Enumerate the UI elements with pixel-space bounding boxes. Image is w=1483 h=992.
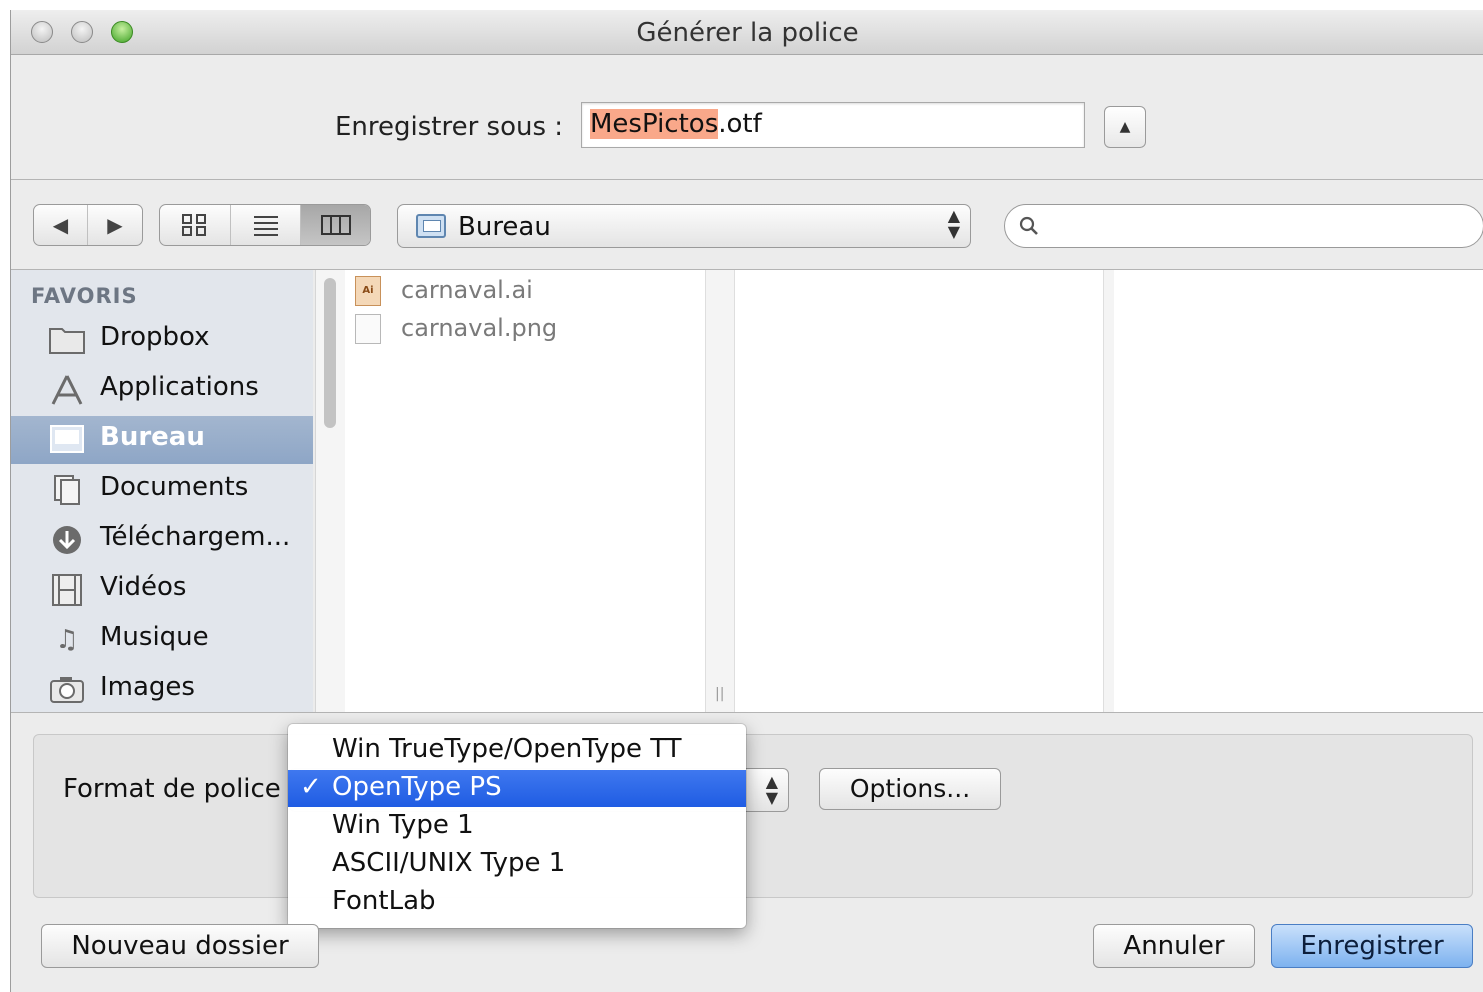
list-view-icon[interactable] [230, 205, 300, 245]
menu-item-label: Win Type 1 [332, 810, 474, 840]
menu-item-fontlab[interactable]: FontLab [288, 884, 746, 921]
sidebar-item-dropbox[interactable]: Dropbox [11, 316, 313, 364]
menu-item-ascii-unix-type1[interactable]: ASCII/UNIX Type 1 [288, 846, 746, 883]
checkmark-icon: ✓ [300, 772, 322, 802]
applications-icon [49, 374, 85, 406]
desktop-icon [49, 424, 85, 456]
title-bar: Générer la police [11, 10, 1483, 55]
scrollbar-thumb[interactable] [324, 278, 336, 428]
movies-icon [49, 574, 85, 606]
file-name: carnaval.ai [401, 276, 533, 304]
save-dialog-window: Générer la police Enregistrer sous : Mes… [10, 10, 1483, 992]
menu-item-label: Win TrueType/OpenType TT [332, 734, 682, 764]
sidebar-item-downloads[interactable]: Téléchargem... [11, 516, 313, 564]
sidebar-item-label: Images [100, 672, 195, 702]
window-title: Générer la police [636, 18, 859, 48]
forward-arrow-icon[interactable]: ▶ [88, 205, 142, 245]
menu-item-label: OpenType PS [332, 772, 502, 802]
divider [11, 179, 1483, 180]
save-as-label: Enregistrer sous : [335, 112, 564, 142]
column-resize-handle-icon[interactable]: || [715, 686, 724, 702]
browser-column-2 [735, 270, 1103, 712]
sidebar-item-bureau[interactable]: Bureau [11, 416, 313, 464]
documents-icon [49, 474, 85, 506]
sidebar: FAVORIS Dropbox Applications Bureau Docu… [11, 270, 313, 712]
camera-icon [49, 674, 85, 706]
image-file-icon [355, 314, 381, 344]
location-popup[interactable]: Bureau ▲ ▼ [397, 204, 971, 248]
icon-view-icon[interactable] [160, 205, 230, 245]
menu-item-opentype-ps[interactable]: ✓ OpenType PS [288, 770, 746, 807]
filename-selected-text: MesPictos [590, 109, 719, 139]
format-label: Format de police [63, 774, 281, 804]
new-folder-button[interactable]: Nouveau dossier [41, 924, 319, 968]
column-view-icon[interactable] [300, 205, 370, 245]
location-label: Bureau [458, 212, 551, 242]
folder-icon [49, 324, 85, 356]
updown-arrows-icon: ▲ ▼ [947, 206, 960, 241]
sidebar-item-label: Documents [100, 472, 249, 502]
search-field[interactable] [1004, 204, 1483, 248]
sidebar-item-label: Téléchargem... [100, 522, 291, 552]
menu-item-win-type1[interactable]: Win Type 1 [288, 808, 746, 845]
filename-input[interactable]: MesPictos.otf [581, 102, 1085, 148]
sidebar-item-applications[interactable]: Applications [11, 366, 313, 414]
sidebar-item-label: Applications [100, 372, 259, 402]
browser-column-1: Ai carnaval.ai carnaval.png [345, 270, 706, 712]
sidebar-header: FAVORIS [31, 284, 138, 308]
navigation-segment: ◀ ▶ [33, 204, 143, 246]
format-dropdown-menu: Win TrueType/OpenType TT ✓ OpenType PS W… [288, 724, 746, 928]
illustrator-file-icon: Ai [355, 276, 381, 306]
back-arrow-icon[interactable]: ◀ [34, 205, 88, 245]
desktop-folder-icon [416, 214, 446, 238]
sidebar-scrollbar[interactable] [315, 270, 345, 712]
save-button[interactable]: Enregistrer [1271, 924, 1473, 968]
sidebar-item-documents[interactable]: Documents [11, 466, 313, 514]
menu-item-label: FontLab [332, 886, 436, 916]
sidebar-item-label: Dropbox [100, 322, 210, 352]
menu-item-win-truetype[interactable]: Win TrueType/OpenType TT [288, 732, 746, 769]
file-name: carnaval.png [401, 314, 558, 342]
browser-column-3 [1114, 270, 1483, 712]
sidebar-item-label: Musique [100, 622, 209, 652]
downloads-icon [49, 524, 85, 556]
updown-arrows-icon: ▲ ▼ [765, 772, 778, 807]
search-icon [1019, 216, 1038, 235]
sidebar-item-label: Vidéos [100, 572, 187, 602]
collapse-dialog-button[interactable]: ▲ [1104, 106, 1146, 148]
options-button[interactable]: Options... [819, 768, 1001, 810]
column-resize-bar[interactable]: || [706, 270, 735, 712]
sidebar-item-images[interactable]: Images [11, 666, 313, 714]
sidebar-item-videos[interactable]: Vidéos [11, 566, 313, 614]
menu-item-label: ASCII/UNIX Type 1 [332, 848, 566, 878]
accessory-panel [33, 734, 1473, 898]
filename-extension: .otf [718, 109, 762, 139]
divider [11, 712, 1483, 713]
music-icon: ♫ [55, 625, 79, 655]
cancel-button[interactable]: Annuler [1093, 924, 1255, 968]
view-mode-segment [159, 204, 371, 246]
sidebar-item-label: Bureau [100, 422, 205, 452]
sidebar-item-musique[interactable]: ♫ Musique [11, 616, 313, 664]
